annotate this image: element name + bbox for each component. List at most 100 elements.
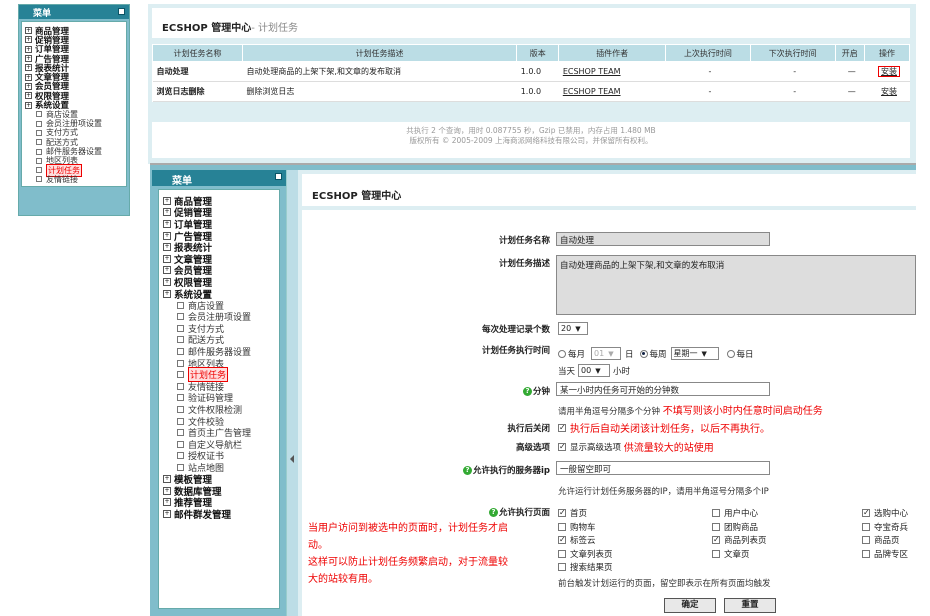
sidebar-subitem[interactable]: 邮件服务器设置: [163, 346, 277, 358]
page-option[interactable]: 夺宝奇兵: [862, 521, 908, 533]
page-checkbox[interactable]: [862, 549, 870, 558]
minute-input[interactable]: 某一小时内任务可开始的分钟数: [556, 382, 770, 396]
expand-icon[interactable]: +: [163, 486, 171, 495]
sidebar-toggle-bar[interactable]: [286, 170, 298, 616]
expand-icon[interactable]: +: [25, 27, 32, 35]
help-icon[interactable]: ?: [463, 466, 472, 475]
expand-icon[interactable]: +: [25, 45, 32, 53]
expand-icon[interactable]: +: [163, 231, 171, 240]
expand-icon[interactable]: +: [25, 82, 32, 90]
sidebar-subitem[interactable]: 文件校验: [163, 415, 277, 428]
time-label: 计划任务执行时间: [481, 346, 550, 356]
expand-icon[interactable]: +: [163, 196, 171, 205]
expand-icon[interactable]: +: [25, 92, 32, 100]
daily-radio[interactable]: [726, 349, 735, 358]
sidebar-title: 菜单: [172, 176, 192, 187]
records-select[interactable]: 20 ▼: [558, 322, 588, 335]
page-title: ECSHOP 管理中心: [302, 174, 916, 206]
page-option[interactable]: 用户中心: [712, 507, 758, 519]
advanced-checkbox[interactable]: ✓: [558, 442, 566, 451]
page-option[interactable]: ✓ 首页: [558, 507, 587, 519]
page-checkbox[interactable]: [862, 536, 870, 544]
chevron-down-icon: ▼: [595, 366, 601, 375]
page-option-label: 选购中心: [874, 509, 909, 519]
hour-select[interactable]: 00 ▼: [578, 364, 611, 377]
monthly-select[interactable]: 01 ▼: [591, 347, 622, 360]
submit-button[interactable]: 确定: [664, 598, 716, 613]
sidebar-subitem[interactable]: 计划任务: [163, 367, 277, 383]
expand-icon[interactable]: +: [163, 509, 171, 518]
sidebar-item[interactable]: + 系统设置: [163, 288, 277, 301]
page-checkbox[interactable]: ✓: [862, 509, 870, 517]
sidebar-subitem[interactable]: 支付方式: [163, 323, 277, 335]
table-cell: 删除浏览日志: [242, 81, 517, 102]
table-cell: 自动处理: [152, 61, 243, 82]
expand-icon[interactable]: +: [163, 219, 171, 228]
server-input[interactable]: 一般留空即可: [556, 461, 770, 475]
expand-icon[interactable]: +: [163, 498, 171, 507]
page-checkbox[interactable]: [862, 522, 870, 531]
page-checkbox[interactable]: ✓: [558, 536, 566, 544]
sidebar-subitem[interactable]: 友情链接: [163, 381, 277, 393]
reset-button[interactable]: 重置: [724, 598, 776, 613]
page-option[interactable]: 搜索结果页: [558, 561, 613, 573]
collapse-arrow-icon[interactable]: [290, 455, 294, 463]
weekly-select[interactable]: 星期一 ▼: [670, 347, 719, 360]
page-option[interactable]: ✓ 商品列表页: [712, 534, 767, 546]
page-option[interactable]: 品牌专区: [862, 548, 908, 560]
expand-icon[interactable]: +: [25, 55, 32, 63]
expand-icon[interactable]: +: [25, 36, 32, 44]
collapse-icon[interactable]: [118, 8, 125, 15]
page-checkbox[interactable]: ✓: [558, 509, 566, 517]
sidebar-subitem[interactable]: 授权证书: [163, 450, 277, 462]
expand-icon[interactable]: +: [163, 254, 171, 263]
expand-icon[interactable]: +: [25, 64, 32, 72]
page-option[interactable]: 商品页: [862, 534, 900, 546]
page-checkbox[interactable]: ✓: [712, 536, 720, 544]
page-option[interactable]: ✓ 选购中心: [862, 507, 908, 519]
collapse-icon[interactable]: [275, 173, 282, 180]
page-option[interactable]: 文章列表页: [558, 548, 613, 560]
page-checkbox[interactable]: [712, 509, 720, 517]
sidebar-subitem[interactable]: 会员注册项设置: [163, 311, 277, 323]
desc-textarea[interactable]: 自动处理商品的上架下架,和文章的发布取消: [556, 255, 916, 315]
install-link[interactable]: 安装: [877, 66, 900, 77]
expand-icon[interactable]: +: [163, 289, 171, 298]
author-link[interactable]: ECSHOP TEAM: [563, 87, 621, 96]
sidebar-subitem[interactable]: 友情链接: [25, 175, 124, 184]
expand-icon[interactable]: +: [163, 475, 171, 484]
annotation-line: 动。: [308, 540, 328, 551]
help-icon[interactable]: ?: [488, 508, 498, 517]
expand-icon[interactable]: +: [25, 101, 32, 109]
sidebar-item[interactable]: + 邮件群发管理: [163, 508, 277, 521]
page-option[interactable]: 团购商品: [712, 521, 758, 533]
page-checkbox[interactable]: [558, 563, 566, 571]
page-option[interactable]: 文章页: [712, 548, 750, 560]
author-link[interactable]: ECSHOP TEAM: [563, 67, 621, 76]
page-option-label: 商品列表页: [724, 536, 767, 546]
help-icon[interactable]: ?: [522, 387, 532, 396]
weekly-radio[interactable]: [639, 349, 648, 358]
page-checkbox[interactable]: [712, 522, 720, 531]
sidebar-subitem[interactable]: 商店设置: [163, 299, 277, 312]
sidebar-subitem[interactable]: 首页主广告管理: [163, 427, 277, 439]
sidebar-subitem[interactable]: 文件权限检测: [163, 404, 277, 416]
sidebar-subitem[interactable]: 配送方式: [163, 334, 277, 346]
expand-icon[interactable]: +: [163, 243, 171, 252]
sidebar-subitem[interactable]: 自定义导航栏: [163, 438, 277, 451]
monthly-radio[interactable]: [558, 349, 566, 358]
page-option[interactable]: 购物车: [558, 521, 596, 533]
install-link[interactable]: 安装: [881, 87, 897, 96]
expand-icon[interactable]: +: [25, 73, 32, 81]
page-option[interactable]: ✓ 标签云: [558, 534, 596, 546]
expand-icon[interactable]: +: [163, 208, 171, 217]
expand-icon[interactable]: +: [163, 266, 171, 275]
sidebar-subitem[interactable]: 验证码管理: [163, 392, 277, 404]
page-checkbox[interactable]: [558, 522, 566, 531]
expand-icon[interactable]: +: [163, 277, 171, 286]
page-checkbox[interactable]: [712, 549, 720, 558]
close-checkbox[interactable]: ✓: [558, 423, 566, 432]
name-field[interactable]: 自动处理: [556, 232, 770, 246]
page-checkbox[interactable]: [558, 549, 566, 558]
minute-label: 分钟: [532, 387, 550, 397]
